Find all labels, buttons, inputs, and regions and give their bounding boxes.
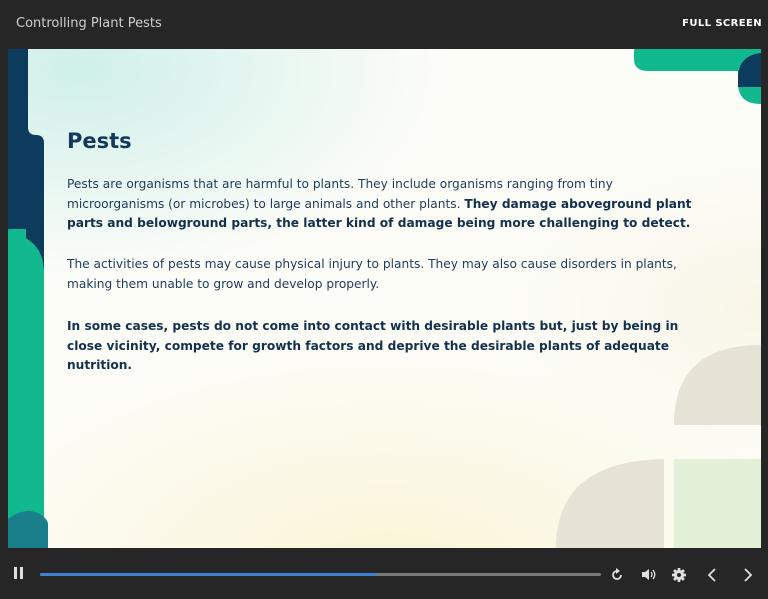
bottom-left-teal-circle [8, 511, 48, 548]
settings-icon[interactable] [672, 568, 686, 582]
top-right-decoration [634, 49, 761, 104]
paragraph-3: In some cases, pests do not come into co… [67, 319, 679, 372]
pause-icon [14, 567, 17, 579]
title-bar: Controlling Plant Pests FULL SCREEN [0, 0, 768, 48]
left-teal-decoration [8, 229, 44, 548]
volume-icon[interactable] [641, 568, 657, 581]
chevron-left-icon[interactable] [707, 568, 717, 582]
seek-bar-progress [40, 573, 377, 576]
course-title: Controlling Plant Pests [16, 16, 162, 31]
player-controls [0, 549, 768, 599]
pause-icon-bar [20, 567, 23, 579]
slide-canvas: Pests Pests are organisms that are harmf… [8, 49, 761, 548]
paragraph-2: The activities of pests may cause physic… [67, 257, 677, 291]
slide-heading: Pests [67, 129, 132, 153]
paragraph-1: Pests are organisms that are harmful to … [67, 175, 707, 234]
replay-icon[interactable] [610, 568, 624, 582]
pause-button[interactable] [14, 567, 24, 579]
seek-bar[interactable] [40, 573, 601, 576]
fullscreen-button[interactable]: FULL SCREEN [682, 18, 762, 29]
chevron-right-icon[interactable] [743, 568, 753, 582]
